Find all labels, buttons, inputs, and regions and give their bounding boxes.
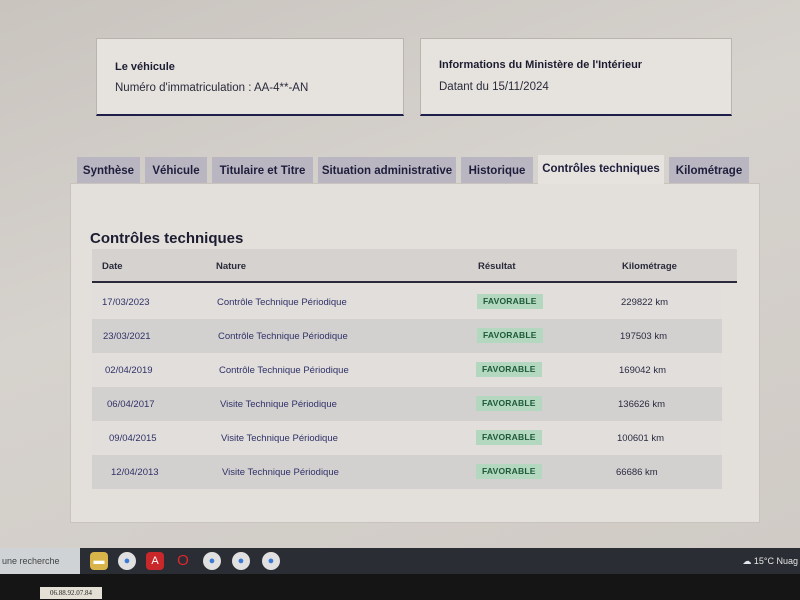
row-date: 09/04/2015 xyxy=(109,433,157,444)
row-mileage: 229822 km xyxy=(621,297,669,308)
table-row: 12/04/2013 Visite Technique Périodique F… xyxy=(92,455,722,489)
row-nature: Visite Technique Périodique xyxy=(220,399,337,410)
column-header-nature: Nature xyxy=(216,261,247,272)
technical-controls-table: Date Nature Résultat Kilométrage 17/03/2… xyxy=(92,249,737,489)
weather-text: 15°C Nuag xyxy=(753,556,798,566)
row-date: 06/04/2017 xyxy=(107,399,155,410)
monitor-bezel xyxy=(0,574,800,600)
row-mileage: 136626 km xyxy=(618,399,666,410)
result-badge: FAVORABLE xyxy=(476,430,542,445)
chrome-icon[interactable]: ● xyxy=(118,552,136,570)
column-header-mileage: Kilométrage xyxy=(622,261,677,272)
tab-controles-techniques[interactable]: Contrôles techniques xyxy=(538,155,664,184)
chrome-icon[interactable]: ● xyxy=(203,552,221,570)
table-row: 17/03/2023 Contrôle Technique Périodique… xyxy=(92,285,722,319)
row-date: 02/04/2019 xyxy=(105,365,153,376)
tab-historique[interactable]: Historique xyxy=(461,157,533,183)
tab-synthese[interactable]: Synthèse xyxy=(77,157,140,183)
windows-taskbar: une recherche ▬ ● A O ● ● ● ☁ 15°C Nuag xyxy=(0,548,800,574)
acrobat-icon[interactable]: A xyxy=(146,552,164,570)
vehicle-info-card: Le véhicule Numéro d'immatriculation : A… xyxy=(96,38,404,116)
column-header-date: Date xyxy=(102,261,123,272)
vehicle-card-title: Le véhicule xyxy=(115,61,175,73)
row-mileage: 66686 km xyxy=(616,467,658,478)
row-mileage: 100601 km xyxy=(617,433,665,444)
cloud-icon: ☁ xyxy=(742,556,752,566)
chrome-icon[interactable]: ● xyxy=(232,552,250,570)
data-date-text: Datant du 15/11/2024 xyxy=(439,81,549,93)
section-title: Contrôles techniques xyxy=(90,230,244,247)
table-row: 09/04/2015 Visite Technique Périodique F… xyxy=(92,421,722,455)
row-nature: Contrôle Technique Périodique xyxy=(218,331,348,342)
row-mileage: 169042 km xyxy=(619,365,667,376)
table-row: 23/03/2021 Contrôle Technique Périodique… xyxy=(92,319,722,353)
tab-titulaire-titre[interactable]: Titulaire et Titre xyxy=(212,157,313,183)
taskbar-search-box[interactable]: une recherche xyxy=(0,548,80,574)
chrome-icon[interactable]: ● xyxy=(262,552,280,570)
result-badge: FAVORABLE xyxy=(476,396,542,411)
row-nature: Contrôle Technique Périodique xyxy=(219,365,349,376)
ministry-info-card: Informations du Ministère de l'Intérieur… xyxy=(420,38,732,116)
row-nature: Contrôle Technique Périodique xyxy=(217,297,347,308)
tab-situation-administrative[interactable]: Situation administrative xyxy=(318,157,456,183)
phone-sticker: 06.88.92.07.84 xyxy=(40,587,102,599)
row-mileage: 197503 km xyxy=(620,331,668,342)
row-date: 12/04/2013 xyxy=(111,467,159,478)
result-badge: FAVORABLE xyxy=(477,328,543,343)
table-row: 02/04/2019 Contrôle Technique Périodique… xyxy=(92,353,722,387)
plate-number-text: Numéro d'immatriculation : AA-4**-AN xyxy=(115,82,309,94)
table-header: Date Nature Résultat Kilométrage xyxy=(92,249,737,283)
result-badge: FAVORABLE xyxy=(476,362,542,377)
result-badge: FAVORABLE xyxy=(476,464,542,479)
row-date: 23/03/2021 xyxy=(103,331,151,342)
opera-icon[interactable]: O xyxy=(174,552,192,570)
tab-vehicule[interactable]: Véhicule xyxy=(145,157,207,183)
file-explorer-icon[interactable]: ▬ xyxy=(90,552,108,570)
column-header-result: Résultat xyxy=(478,261,516,272)
ministry-card-title: Informations du Ministère de l'Intérieur xyxy=(439,59,643,71)
weather-widget[interactable]: ☁ 15°C Nuag xyxy=(742,548,800,574)
result-badge: FAVORABLE xyxy=(477,294,543,309)
row-nature: Visite Technique Périodique xyxy=(222,467,339,478)
tab-kilometrage[interactable]: Kilométrage xyxy=(669,157,749,183)
table-row: 06/04/2017 Visite Technique Périodique F… xyxy=(92,387,722,421)
row-nature: Visite Technique Périodique xyxy=(221,433,338,444)
row-date: 17/03/2023 xyxy=(102,297,150,308)
